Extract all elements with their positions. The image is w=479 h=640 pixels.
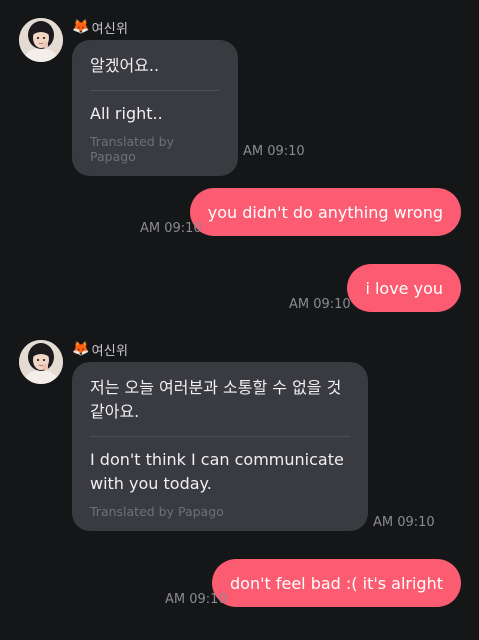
translation-credit: Translated by Papago <box>90 504 224 519</box>
incoming-bubble[interactable]: 저는 오늘 여러분과 소통할 수 없을 것 같아요. I don't think… <box>72 362 368 531</box>
chat-thread: 🦊 여신위 알겠어요.. All right.. Translated by P… <box>0 0 479 640</box>
translation-divider <box>90 90 220 91</box>
translated-text: I don't think I can communicate with you… <box>90 450 344 493</box>
avatar-photo <box>19 340 63 384</box>
fox-icon: 🦊 <box>72 341 90 357</box>
original-text: 저는 오늘 여러분과 소통할 수 없을 것 같아요. <box>90 378 342 421</box>
sender-avatar[interactable] <box>19 340 63 384</box>
sender-label: 🦊 여신위 <box>72 18 129 37</box>
sender-label: 🦊 여신위 <box>72 340 129 359</box>
original-text: 알겠어요.. <box>90 56 160 75</box>
translation-divider <box>90 436 350 437</box>
incoming-bubble[interactable]: 알겠어요.. All right.. Translated by Papago <box>72 40 238 176</box>
message-timestamp: AM 09:10 <box>243 144 305 159</box>
translation-credit: Translated by Papago <box>90 134 174 164</box>
sender-avatar[interactable] <box>19 18 63 62</box>
outgoing-bubble[interactable]: don't feel bad :( it's alright <box>212 559 461 607</box>
translated-text: All right.. <box>90 104 163 123</box>
sender-name: 여신위 <box>91 343 129 359</box>
message-timestamp: AM 09:10 <box>373 515 435 530</box>
outgoing-bubble[interactable]: you didn't do anything wrong <box>189 188 461 236</box>
message-timestamp: AM 09:10 <box>140 221 202 236</box>
message-timestamp: AM 09:10 <box>289 297 351 312</box>
sender-name: 여신위 <box>91 21 129 37</box>
fox-icon: 🦊 <box>72 19 90 35</box>
message-timestamp: AM 09:10 <box>165 592 227 607</box>
outgoing-bubble[interactable]: i love you <box>347 264 461 312</box>
avatar-photo <box>19 18 63 62</box>
